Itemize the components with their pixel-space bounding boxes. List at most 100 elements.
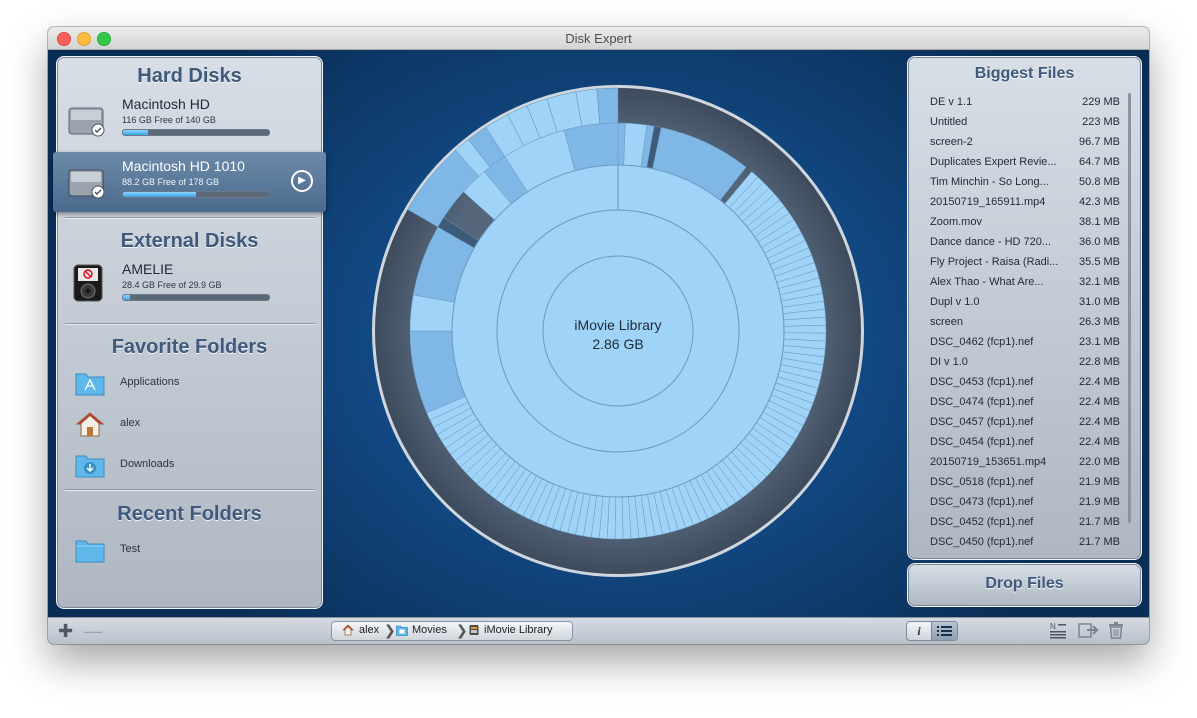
file-name: Untitled [930,116,968,128]
file-row[interactable]: Dupl v 1.0 31.0 MB [916,292,1132,312]
window-title: Disk Expert [565,31,632,46]
file-size: 21.9 MB [1079,476,1120,488]
file-row[interactable]: DI v 1.0 22.8 MB [916,352,1132,372]
file-row[interactable]: Untitled 223 MB [916,112,1132,132]
disk-free-space: 28.4 GB Free of 29.9 GB [122,280,222,290]
drop-files-label: Drop Files [985,575,1064,592]
disk-item-amelie[interactable]: AMELIE 28.4 GB Free of 29.9 GB [57,255,322,315]
disk-usage-bar [122,129,270,136]
file-row[interactable]: Zoom.mov 38.1 MB [916,212,1132,232]
export-icon[interactable] [1078,621,1100,639]
file-size: 22.0 MB [1079,456,1120,468]
file-size: 21.7 MB [1079,536,1120,548]
sort-icon[interactable]: N [1049,621,1067,639]
home-icon [75,412,105,437]
favorite-folder-downloads[interactable]: Downloads [57,448,322,482]
file-name: DSC_0454 (fcp1).nef [930,436,1034,448]
disk-usage-bar [122,294,270,301]
file-size: 64.7 MB [1079,156,1120,168]
disk-usage-sunburst[interactable]: iMovie Library 2.86 GB [368,81,868,581]
file-list-scrollbar[interactable] [1128,93,1131,523]
file-name: DSC_0474 (fcp1).nef [930,396,1034,408]
trash-icon[interactable] [1107,621,1125,639]
file-row[interactable]: screen-2 96.7 MB [916,132,1132,152]
file-name: Fly Project - Raisa (Radi... [930,256,1059,268]
file-row[interactable]: DSC_0450 (fcp1).nef 21.7 MB [916,532,1132,552]
file-row[interactable]: DSC_0518 (fcp1).nef 21.9 MB [916,472,1132,492]
file-name: 20150719_165911.mp4 [930,196,1046,208]
file-size: 31.0 MB [1079,296,1120,308]
favorite-folder-alex[interactable]: alex [57,407,322,441]
file-row[interactable]: DSC_0452 (fcp1).nef 21.7 MB [916,512,1132,532]
disk-item-macintosh-hd[interactable]: Macintosh HD 116 GB Free of 140 GB [57,90,322,150]
disk-usage-fill [123,192,196,197]
disk-name: AMELIE [122,261,174,277]
file-row[interactable]: Fly Project - Raisa (Radi... 35.5 MB [916,252,1132,272]
file-row[interactable]: DE v 1.1 229 MB [916,92,1132,112]
imovie-library-icon [469,625,479,635]
breadcrumb-separator: ❯ [384,622,396,638]
home-icon [342,624,354,636]
file-name: DE v 1.1 [930,96,973,108]
file-row[interactable]: DSC_0473 (fcp1).nef 21.9 MB [916,492,1132,512]
breadcrumb-alex[interactable]: alex [359,624,379,636]
sunburst-segment[interactable] [783,324,827,334]
movies-folder-icon [396,625,408,636]
locations-sidebar: Hard Disks Macintosh HD 116 GB Free of 1… [53,56,326,609]
file-name: screen-2 [930,136,973,148]
recent-folder-test[interactable]: Test [57,533,322,567]
section-divider [65,323,315,324]
biggest-files-list[interactable]: DE v 1.1 229 MB Untitled 223 MB screen-2 96.7… [916,92,1132,554]
file-size: 36.0 MB [1079,236,1120,248]
file-row[interactable]: DSC_0457 (fcp1).nef 22.4 MB [916,412,1132,432]
file-name: DSC_0450 (fcp1).nef [930,536,1034,548]
file-size: 38.1 MB [1079,216,1120,228]
favorite-folder-applications[interactable]: Applications [57,366,322,400]
scan-disk-button[interactable]: ▶ [291,170,313,192]
file-row[interactable]: DSC_0462 (fcp1).nef 23.1 MB [916,332,1132,352]
sunburst-segment[interactable] [596,87,619,125]
file-row[interactable]: 20150719_153651.mp4 22.0 MB [916,452,1132,472]
file-size: 50.8 MB [1079,176,1120,188]
file-size: 21.7 MB [1079,516,1120,528]
list-icon [937,626,952,636]
file-name: screen [930,316,964,328]
breadcrumb-movies[interactable]: Movies [412,624,447,636]
file-row[interactable]: DSC_0474 (fcp1).nef 22.4 MB [916,392,1132,412]
file-name: DSC_0462 (fcp1).nef [930,336,1034,348]
breadcrumb-separator: ❯ [456,622,468,638]
minus-icon[interactable]: — [84,622,102,640]
file-row[interactable]: Alex Thao - What Are... 32.1 MB [916,272,1132,292]
biggest-files-heading: Biggest Files [974,65,1075,82]
info-view-button[interactable]: i [907,622,932,640]
external-disks-heading: External Disks [120,230,259,252]
file-row[interactable]: Dance dance - HD 720... 36.0 MB [916,232,1132,252]
file-name: DSC_0452 (fcp1).nef [930,516,1034,528]
disk-item-macintosh-hd-1010[interactable]: Macintosh HD 1010 88.2 GB Free of 178 GB… [53,152,326,212]
file-row[interactable]: Duplicates Expert Revie... 64.7 MB [916,152,1132,172]
disk-name: Macintosh HD [122,96,210,112]
file-row[interactable]: Tim Minchin - So Long... 50.8 MB [916,172,1132,192]
bottom-toolbar: ✚ — alex ❯ Movies ❯ iMovie Library i N [48,617,1149,644]
file-row[interactable]: DSC_0453 (fcp1).nef 22.4 MB [916,372,1132,392]
downloads-folder-icon [75,455,105,478]
disk-free-space: 116 GB Free of 140 GB [122,115,216,125]
file-row[interactable]: 20150719_165911.mp4 42.3 MB [916,192,1132,212]
file-row[interactable]: screen 26.3 MB [916,312,1132,332]
section-divider [65,217,315,218]
plus-icon[interactable]: ✚ [58,622,73,640]
svg-text:N: N [1050,622,1056,631]
file-size: 22.4 MB [1079,436,1120,448]
list-view-button[interactable] [932,622,957,640]
file-size: 22.4 MB [1079,416,1120,428]
sunburst-segment[interactable] [614,496,624,540]
file-size: 35.5 MB [1079,256,1120,268]
file-name: DI v 1.0 [930,356,968,368]
file-row[interactable]: DSC_0454 (fcp1).nef 22.4 MB [916,432,1132,452]
folder-label: Downloads [120,458,175,470]
breadcrumb-imovie-library[interactable]: iMovie Library [484,624,552,636]
biggest-files-panel: Biggest Files DE v 1.1 229 MB Untitled 223 … [907,56,1142,560]
folder-label: alex [120,417,141,429]
ipod-icon [73,264,103,302]
drop-files-zone[interactable]: Drop Files [907,563,1142,607]
